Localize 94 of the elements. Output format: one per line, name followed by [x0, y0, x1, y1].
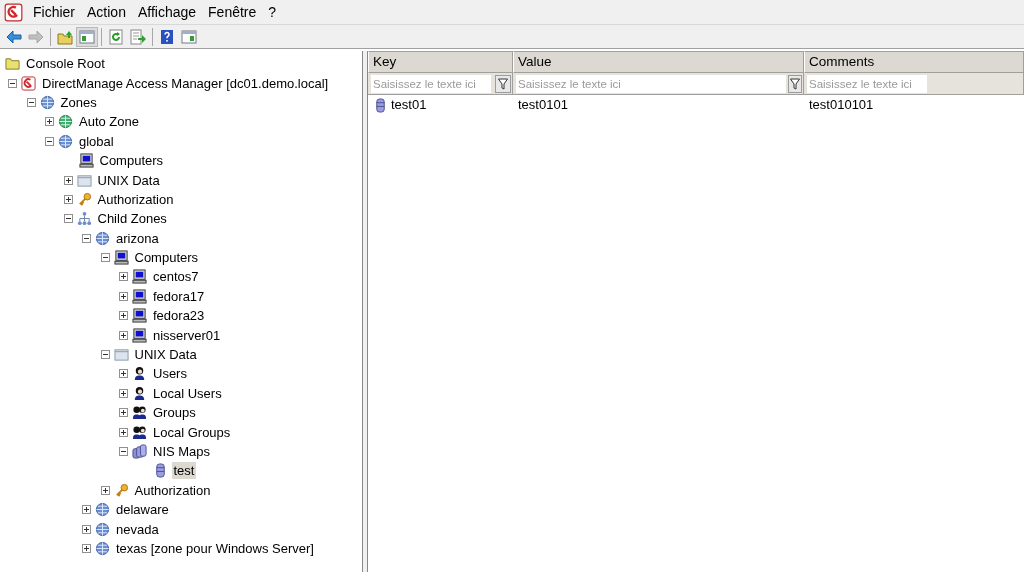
expand-icon[interactable]	[82, 505, 91, 515]
column-header[interactable]: Value	[513, 51, 804, 73]
collapse-icon[interactable]	[100, 350, 110, 360]
tree-item[interactable]: Groups	[151, 404, 198, 422]
tree-item[interactable]: nisserver01	[151, 326, 223, 344]
expand-icon[interactable]	[119, 427, 128, 437]
column-header[interactable]: Key	[368, 51, 513, 73]
user-icon	[132, 366, 147, 382]
user-icon	[132, 385, 147, 401]
app-logo-icon	[21, 75, 36, 91]
expand-icon[interactable]	[119, 330, 128, 340]
collapse-icon[interactable]	[100, 253, 110, 263]
group-icon	[132, 424, 147, 440]
group-icon	[132, 405, 147, 421]
tree-item[interactable]: centos7	[151, 268, 201, 286]
expand-icon[interactable]	[82, 543, 91, 553]
filter-field[interactable]: Saisissez le texte ici	[371, 74, 491, 93]
expand-icon[interactable]	[119, 388, 128, 398]
tree-item[interactable]: Zones	[58, 93, 99, 111]
key-icon	[76, 191, 92, 207]
globe-icon	[95, 540, 110, 556]
expand-icon[interactable]	[119, 311, 128, 321]
folder-icon	[5, 56, 20, 72]
menu-item[interactable]: Affichage	[131, 0, 203, 24]
filter-field[interactable]: Saisissez le texte ici	[516, 74, 786, 93]
tree-item[interactable]: delaware	[114, 501, 171, 519]
expand-icon[interactable]	[63, 194, 73, 204]
expand-icon[interactable]	[82, 524, 91, 534]
hierarchy-icon	[76, 211, 92, 227]
collapse-icon[interactable]	[82, 233, 91, 243]
filter-field[interactable]: Saisissez le texte ici	[807, 74, 927, 93]
computer-icon	[132, 288, 147, 304]
computer-icon	[132, 269, 147, 285]
expand-icon[interactable]	[119, 408, 128, 418]
tree-item[interactable]: NIS Maps	[151, 443, 213, 460]
tree-item[interactable]: Computers	[97, 152, 166, 170]
computer-icon	[78, 153, 94, 169]
collapse-icon[interactable]	[8, 78, 17, 88]
tree-item[interactable]: UNIX Data	[132, 346, 199, 364]
filter-button[interactable]	[495, 74, 511, 93]
tree-item[interactable]: Child Zones	[95, 210, 169, 228]
collapse-icon[interactable]	[119, 447, 128, 456]
globe-icon	[95, 521, 110, 537]
menu-item[interactable]: Fichier	[27, 0, 81, 24]
key-icon	[113, 482, 129, 498]
pane-button[interactable]	[76, 26, 98, 47]
tree-item[interactable]: Console Root	[24, 55, 107, 73]
folder-icon	[113, 347, 129, 363]
database-icon	[132, 444, 147, 459]
tree-item[interactable]: fedora23	[151, 307, 207, 325]
globe-icon	[95, 502, 110, 518]
computer-icon	[132, 308, 147, 324]
tree-item[interactable]: texas [zone pour Windows Server]	[114, 539, 316, 557]
tree-item[interactable]: fedora17	[151, 287, 207, 305]
tree-item[interactable]: Authorization	[95, 190, 176, 208]
globe-icon	[58, 114, 73, 130]
computer-icon	[132, 327, 147, 343]
globe-icon	[58, 133, 73, 149]
tree-item[interactable]: Local Users	[151, 384, 224, 402]
expand-icon[interactable]	[45, 117, 54, 127]
tree-item[interactable]: DirectManage Access Manager [dc01.demo.local]	[40, 74, 331, 92]
tree-item[interactable]: Authorization	[132, 481, 213, 499]
tree-item[interactable]: nevada	[114, 520, 161, 538]
tree-item[interactable]: Computers	[132, 249, 201, 267]
collapse-icon[interactable]	[63, 214, 73, 224]
database-icon	[373, 97, 388, 113]
tree-item[interactable]: global	[77, 132, 116, 150]
expand-icon[interactable]	[119, 369, 128, 379]
computer-icon	[113, 250, 129, 266]
tree-item[interactable]: UNIX Data	[95, 171, 162, 189]
column-header[interactable]: Comments	[804, 51, 1024, 73]
tree-item[interactable]: Local Groups	[151, 423, 233, 441]
collapse-icon[interactable]	[26, 97, 36, 107]
globe-icon	[39, 94, 55, 110]
table-cell-text: test01	[391, 96, 427, 115]
table-cell-text: test0101	[518, 96, 568, 115]
expand-icon[interactable]	[119, 272, 128, 282]
tree-item[interactable]: Users	[151, 365, 189, 383]
tree-item[interactable]: test	[171, 462, 197, 480]
tree-item[interactable]: Auto Zone	[77, 113, 141, 131]
tree-item[interactable]: arizona	[114, 229, 161, 247]
expand-icon[interactable]	[63, 175, 73, 185]
table-cell-text: test010101	[809, 96, 874, 115]
app-logo-icon[interactable]	[4, 2, 23, 22]
expand-icon[interactable]	[119, 291, 128, 301]
menu-item[interactable]: Action	[81, 0, 132, 24]
filter-button[interactable]	[788, 74, 802, 93]
export-button[interactable]	[127, 26, 149, 47]
menu-item[interactable]: Fenêtre	[202, 0, 263, 24]
expand-icon[interactable]	[100, 485, 110, 495]
collapse-icon[interactable]	[45, 136, 54, 146]
globe-icon	[95, 230, 110, 246]
folder-icon	[76, 172, 92, 188]
menu-item[interactable]: ?	[262, 0, 283, 24]
